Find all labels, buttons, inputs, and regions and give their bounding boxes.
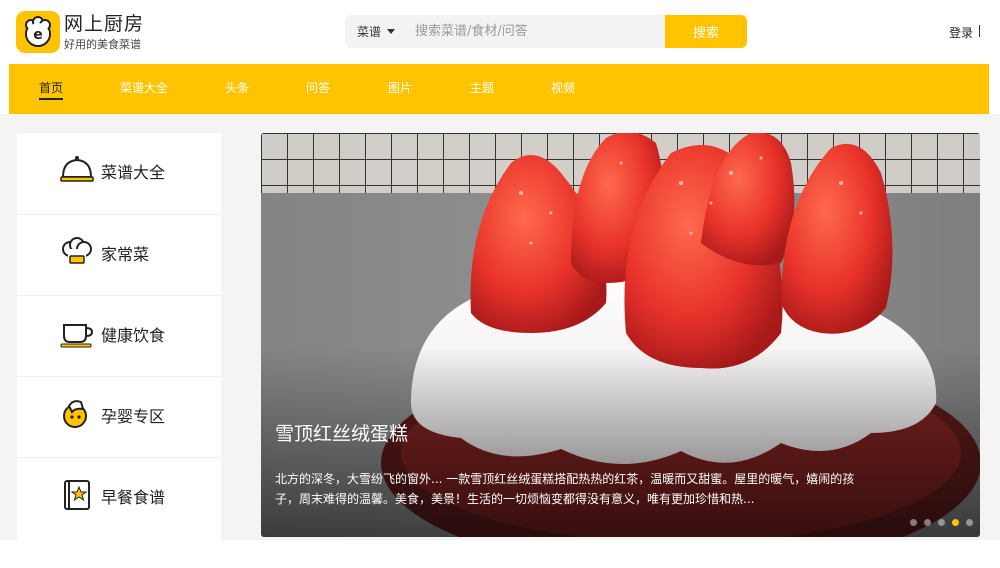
search-type-label: 菜谱 — [356, 25, 381, 39]
sidebar-item-label: 健康饮食 — [101, 326, 166, 345]
search-bar: 菜谱 搜索 — [345, 15, 747, 48]
sidebar-item-label: 菜谱大全 — [101, 163, 166, 182]
carousel-dot-active[interactable] — [952, 519, 959, 526]
star-book-icon — [64, 480, 90, 510]
sidebar-item-label: 孕婴专区 — [101, 407, 166, 426]
baby-bottle-icon — [63, 400, 87, 428]
login-link[interactable]: 登录 — [949, 24, 973, 41]
sidebar-item-label: 家常菜 — [101, 245, 150, 264]
brand: 网上厨房 好用的美食菜谱 — [64, 13, 144, 53]
carousel-dot[interactable] — [938, 519, 945, 526]
banner-description: 北方的深冬，大雪纷飞的窗外... 一款雪顶红丝绒蛋糕搭配热热的红茶，温暖而又甜蜜… — [275, 472, 855, 506]
chef-hat-e-logo-icon[interactable]: e — [16, 11, 60, 53]
carousel-dot[interactable] — [966, 519, 973, 526]
brand-subtitle: 好用的美食菜谱 — [64, 38, 141, 51]
sidebar-item-label: 早餐食谱 — [101, 488, 166, 507]
carousel-dot[interactable] — [924, 519, 931, 526]
search-input[interactable] — [409, 15, 665, 48]
sidebar-item-healthy-diet[interactable]: 健康饮食 — [17, 295, 221, 376]
main-nav: 首页 菜谱大全 头条 问答 图片 主题 视频 — [9, 64, 989, 114]
chef-hat-icon — [62, 237, 92, 264]
banner-title[interactable]: 雪顶红丝绒蛋糕 — [275, 422, 408, 446]
nav-item-pictures[interactable]: 图片 — [388, 81, 412, 95]
teacup-icon — [60, 324, 94, 348]
nav-item-recipes[interactable]: 菜谱大全 — [120, 81, 168, 95]
sidebar-item-maternity[interactable]: 孕婴专区 — [17, 376, 221, 457]
sidebar-item-recipes[interactable]: 菜谱大全 — [17, 133, 221, 214]
nav-item-videos[interactable]: 视频 — [551, 81, 575, 95]
nav-item-qa[interactable]: 问答 — [306, 81, 330, 95]
nav-item-headlines[interactable]: 头条 — [225, 81, 249, 95]
search-type-dropdown[interactable]: 菜谱 — [345, 15, 407, 48]
header: e 网上厨房 好用的美食菜谱 菜谱 搜索 登录 — [0, 0, 1000, 64]
featured-banner[interactable]: 雪顶红丝绒蛋糕 北方的深冬，大雪纷飞的窗外... 一款雪顶红丝绒蛋糕搭配热热的红… — [261, 133, 980, 537]
search-button[interactable]: 搜索 — [665, 15, 747, 48]
sidebar-item-home-cooking[interactable]: 家常菜 — [17, 214, 221, 295]
brand-title[interactable]: 网上厨房 — [64, 13, 144, 35]
carousel-dot[interactable] — [910, 519, 917, 526]
nav-item-home[interactable]: 首页 — [39, 81, 64, 100]
caret-down-icon — [387, 29, 395, 34]
cloche-icon — [60, 156, 94, 182]
carousel-dots — [910, 519, 973, 526]
header-divider — [979, 25, 980, 37]
category-sidebar: 菜谱大全 家常菜 健康饮食 孕婴专区 早餐食谱 — [17, 133, 221, 540]
nav-item-topics[interactable]: 主题 — [470, 81, 494, 95]
sidebar-item-breakfast[interactable]: 早餐食谱 — [17, 457, 221, 538]
svg-text:e: e — [33, 27, 43, 43]
